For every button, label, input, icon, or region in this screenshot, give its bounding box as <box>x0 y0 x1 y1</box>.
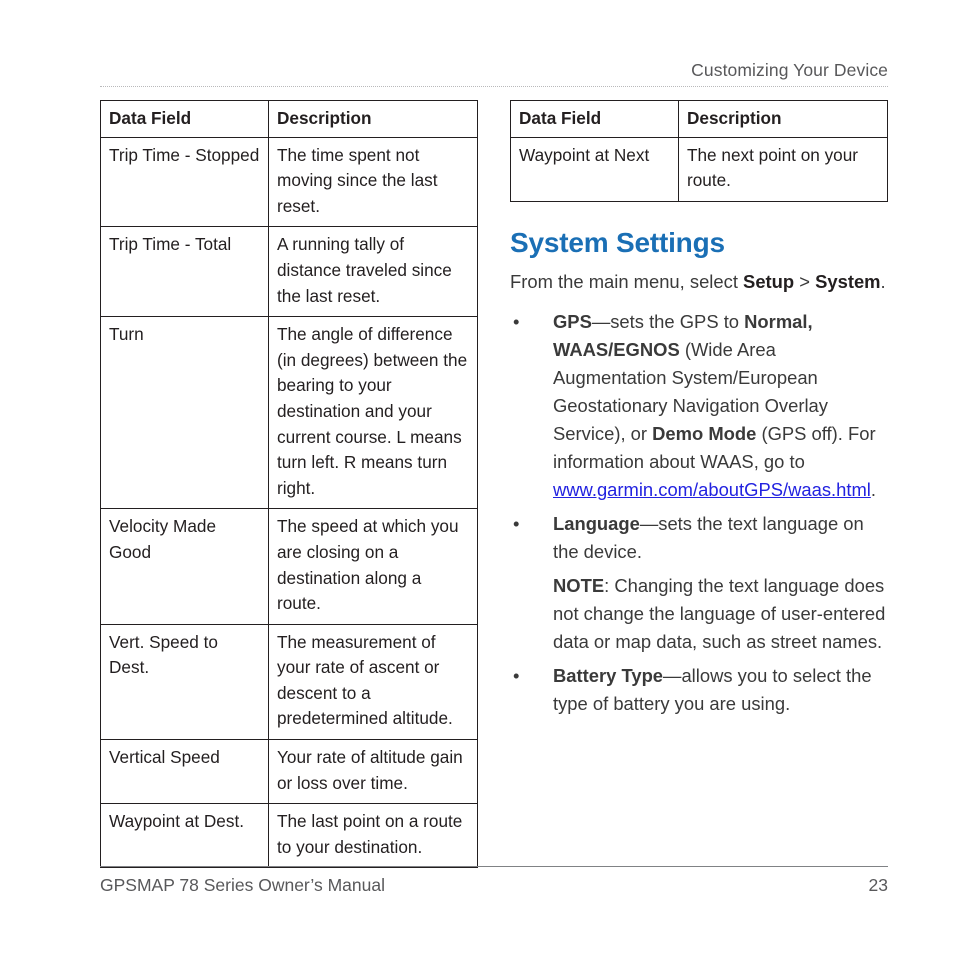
cell-description: A running tally of distance traveled sin… <box>268 226 478 318</box>
cell-data-field: Velocity Made Good <box>100 508 269 625</box>
table-row: Trip Time - Total A running tally of dis… <box>100 226 478 318</box>
manual-page: Customizing Your Device Data Field Descr… <box>0 0 954 954</box>
cell-data-field: Trip Time - Total <box>100 226 269 318</box>
table-row: Trip Time - Stopped The time spent not m… <box>100 136 478 228</box>
column-header-description: Description <box>678 100 888 138</box>
bullet-icon: • <box>513 310 520 332</box>
header-divider <box>100 86 888 88</box>
cell-data-field: Vertical Speed <box>100 739 269 805</box>
intro-bold-setup: Setup <box>743 270 795 292</box>
note-paragraph: NOTE: Changing the text language does no… <box>553 572 888 656</box>
term-language: Language <box>553 512 640 534</box>
intro-separator: > <box>794 270 816 292</box>
list-item-battery-type: • Battery Type—allows you to select the t… <box>510 662 888 718</box>
bullet-icon: • <box>513 664 520 686</box>
table-row: Velocity Made Good The speed at which yo… <box>100 508 478 625</box>
table-header-row: Data Field Description <box>100 100 478 138</box>
cell-data-field: Trip Time - Stopped <box>100 136 269 228</box>
cell-data-field: Vert. Speed to Dest. <box>100 623 269 741</box>
cell-data-field: Waypoint at Next <box>510 136 679 202</box>
cell-description: The measurement of your rate of ascent o… <box>268 623 478 741</box>
note-label: NOTE <box>553 574 605 596</box>
gps-text-4: . <box>870 478 876 500</box>
intro-bold-system: System <box>815 270 881 292</box>
table-row: Waypoint at Next The next point on your … <box>510 136 888 202</box>
gps-text-1: —sets the GPS to <box>591 310 745 332</box>
cell-data-field: Turn <box>100 316 269 510</box>
page-footer: GPSMAP 78 Series Owner’s Manual 23 <box>100 873 888 897</box>
running-header: Customizing Your Device <box>691 60 888 80</box>
gps-bold-demo-mode: Demo Mode <box>652 422 757 444</box>
system-settings-list: • GPS—sets the GPS to Normal, WAAS/EGNOS … <box>510 308 888 566</box>
column-header-description: Description <box>268 100 478 138</box>
section-heading-system-settings: System Settings <box>510 226 725 258</box>
cell-description: Your rate of altitude gain or loss over … <box>268 739 478 805</box>
list-item-gps: • GPS—sets the GPS to Normal, WAAS/EGNOS … <box>510 308 888 504</box>
cell-description: The angle of difference (in degrees) bet… <box>268 316 478 510</box>
waas-info-link[interactable]: www.garmin.com/aboutGPS/waas.html <box>553 479 871 500</box>
data-fields-table-left: Data Field Description Trip Time - Stopp… <box>100 100 478 869</box>
intro-period: . <box>880 270 886 292</box>
table-row: Vertical Speed Your rate of altitude gai… <box>100 739 478 805</box>
cell-data-field: Waypoint at Dest. <box>100 803 269 869</box>
footer-page-number: 23 <box>868 875 888 895</box>
system-settings-list-continued: • Battery Type—allows you to select the t… <box>510 662 888 718</box>
footer-divider <box>100 866 888 867</box>
cell-description: The time spent not moving since the last… <box>268 136 478 228</box>
table-row: Vert. Speed to Dest. The measurement of … <box>100 623 478 741</box>
cell-description: The next point on your route. <box>678 136 888 202</box>
term-gps: GPS <box>553 310 592 332</box>
column-header-data-field: Data Field <box>510 100 679 138</box>
column-header-data-field: Data Field <box>100 100 269 138</box>
cell-description: The last point on a route to your destin… <box>268 803 478 869</box>
table-row: Turn The angle of difference (in degrees… <box>100 316 478 510</box>
term-battery-type: Battery Type <box>553 664 664 686</box>
list-item-language: • Language—sets the text language on the … <box>510 510 888 566</box>
table-header-row: Data Field Description <box>510 100 888 138</box>
right-column: Data Field Description Waypoint at Next … <box>510 100 888 724</box>
cell-description: The speed at which you are closing on a … <box>268 508 478 625</box>
intro-lead: From the main menu, select <box>510 270 744 292</box>
table-row: Waypoint at Dest. The last point on a ro… <box>100 803 478 869</box>
footer-manual-title: GPSMAP 78 Series Owner’s Manual <box>100 875 385 895</box>
bullet-icon: • <box>513 512 520 534</box>
section-intro-paragraph: From the main menu, select Setup > Syste… <box>510 268 888 296</box>
left-column: Data Field Description Trip Time - Stopp… <box>100 100 478 869</box>
data-fields-table-right: Data Field Description Waypoint at Next … <box>510 100 888 202</box>
